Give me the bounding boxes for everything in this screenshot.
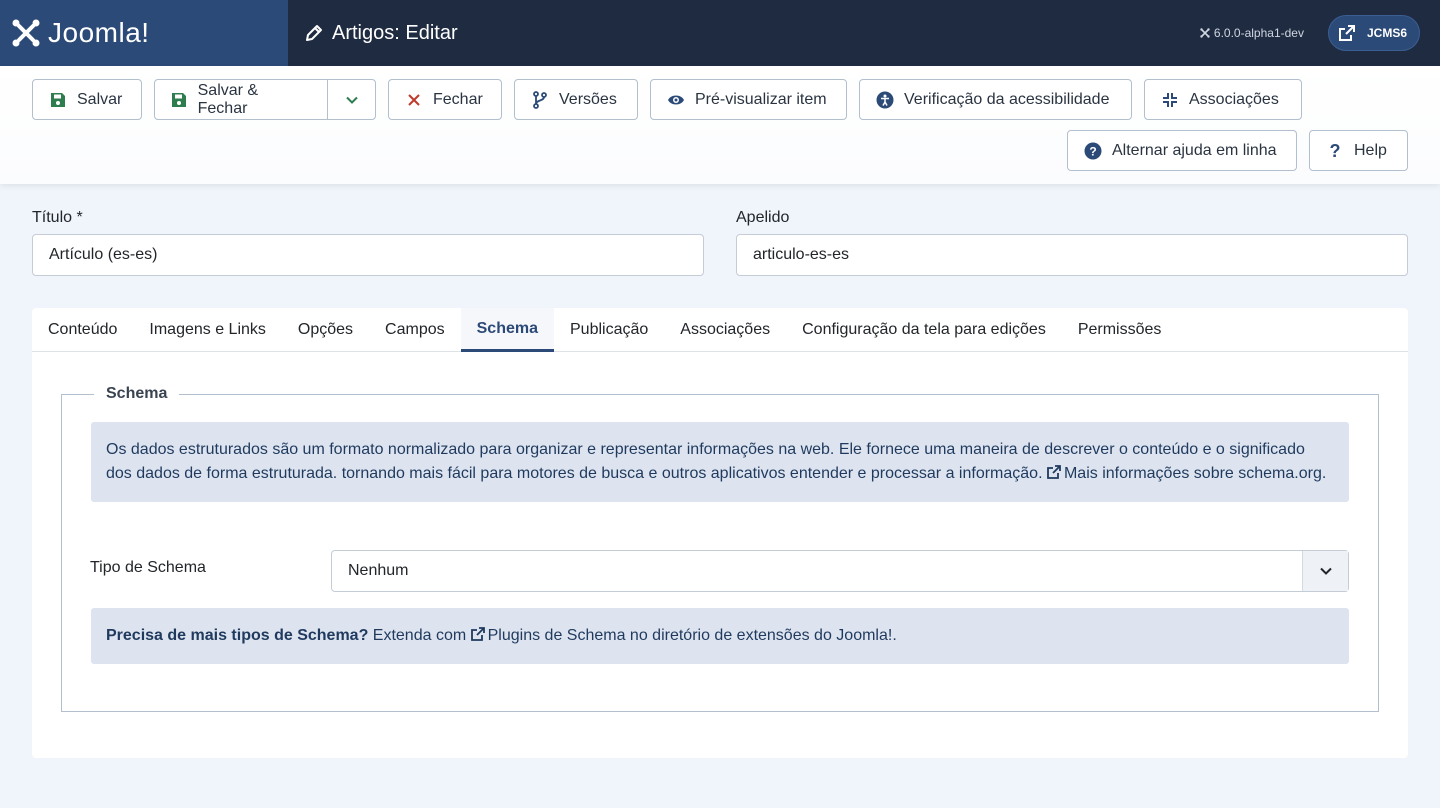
eye-icon: [667, 91, 685, 109]
tab-fields[interactable]: Campos: [369, 308, 461, 352]
save-close-group: Salvar & Fechar: [154, 79, 376, 120]
schema-more-text: Extenda com: [368, 627, 471, 644]
schema-more-bold: Precisa de mais tipos de Schema?: [106, 627, 369, 644]
versions-button[interactable]: Versões: [514, 79, 638, 120]
version-info: 6.0.0-alpha1-dev: [1200, 26, 1304, 40]
tab-images-links[interactable]: Imagens e Links: [133, 308, 282, 352]
svg-text:?: ?: [1330, 142, 1341, 160]
top-header: Joomla! Artigos: Editar 6.0.0-alpha1-dev…: [0, 0, 1440, 66]
pencil-icon: [306, 25, 322, 41]
save-close-label: Salvar & Fechar: [197, 81, 259, 117]
question-icon: ?: [1326, 142, 1344, 160]
save-button[interactable]: Salvar: [32, 79, 142, 120]
floppy-icon: [171, 91, 188, 109]
version-text: 6.0.0-alpha1-dev: [1213, 26, 1304, 40]
tab-options[interactable]: Opções: [282, 308, 369, 352]
preview-button[interactable]: Pré-visualizar item: [650, 79, 847, 120]
toggle-help-label: Alternar ajuda em linha: [1112, 141, 1277, 159]
external-link-icon: [470, 627, 485, 641]
help-label: Help: [1354, 141, 1387, 159]
question-circle-icon: ?: [1084, 142, 1102, 160]
chevron-down-icon: [1302, 551, 1348, 591]
page-title: Artigos: Editar: [332, 21, 458, 44]
svg-text:?: ?: [1089, 144, 1096, 158]
schema-type-select[interactable]: Nenhum: [331, 550, 1349, 592]
associations-button[interactable]: Associações: [1144, 79, 1302, 120]
help-button[interactable]: ? Help: [1309, 130, 1408, 171]
tab-publishing[interactable]: Publicação: [554, 308, 664, 352]
branch-icon: [531, 90, 549, 109]
compress-icon: [1161, 91, 1179, 109]
tab-editor-config[interactable]: Configuração da tela para edições: [786, 308, 1062, 352]
external-link-icon: [1047, 465, 1061, 479]
accessibility-label: Verificação da acessibilidade: [904, 90, 1110, 108]
brand-area[interactable]: Joomla!: [0, 0, 288, 66]
header-right: 6.0.0-alpha1-dev JCMS6: [1200, 15, 1420, 51]
joomla-small-icon: [1200, 28, 1210, 38]
schema-org-link-text: Mais informações sobre schema.org.: [1063, 465, 1327, 482]
accessibility-icon: [876, 91, 894, 109]
alias-label: Apelido: [736, 209, 790, 226]
chevron-down-icon: [346, 96, 358, 104]
save-label: Salvar: [77, 90, 123, 108]
page-title-group: Artigos: Editar: [304, 22, 458, 45]
save-options-dropdown[interactable]: [330, 80, 375, 119]
schema-more-alert: Precisa de mais tipos de Schema? Extenda…: [91, 608, 1349, 664]
close-button[interactable]: Fechar: [388, 79, 502, 120]
save-close-button[interactable]: Salvar & Fechar: [155, 80, 320, 119]
tab-content[interactable]: Conteúdo: [32, 308, 133, 352]
external-link-icon: [1338, 25, 1355, 41]
title-label: Título *: [32, 209, 83, 226]
site-link-button[interactable]: JCMS6: [1327, 15, 1420, 51]
versions-label: Versões: [559, 90, 617, 108]
brand-name: Joomla!: [48, 17, 150, 48]
schema-org-link[interactable]: Mais informações sobre schema.org.: [1047, 465, 1326, 482]
toolbar: Salvar Salvar & Fechar Fechar Versões Pr…: [0, 66, 1440, 184]
title-input[interactable]: Artículo (es-es): [32, 234, 704, 276]
schema-info-alert: Os dados estruturados são um formato nor…: [91, 422, 1349, 502]
tab-associations[interactable]: Associações: [664, 308, 786, 352]
joomla-icon: [12, 19, 40, 47]
toggle-help-button[interactable]: ? Alternar ajuda em linha: [1067, 130, 1297, 171]
tab-schema[interactable]: Schema: [460, 308, 554, 352]
joomla-logo: Joomla!: [10, 17, 150, 49]
schema-type-label: Tipo de Schema: [90, 559, 206, 576]
schema-type-value: Nenhum: [348, 562, 409, 579]
tab-bar: Conteúdo Imagens e Links Opções Campos S…: [32, 308, 1408, 352]
preview-label: Pré-visualizar item: [695, 90, 827, 108]
schema-plugins-link[interactable]: Plugins de Schema no diretório de extens…: [470, 627, 897, 644]
associations-label: Associações: [1189, 90, 1279, 108]
site-label: JCMS6: [1366, 26, 1407, 40]
floppy-icon: [49, 91, 67, 109]
close-icon: [405, 91, 423, 109]
close-label: Fechar: [433, 90, 483, 108]
tab-permissions[interactable]: Permissões: [1062, 308, 1178, 352]
schema-plugins-link-text: Plugins de Schema no diretório de extens…: [487, 627, 897, 644]
split-divider: [327, 80, 328, 119]
schema-fieldset: Schema Os dados estruturados são um form…: [61, 385, 1379, 712]
schema-legend: Schema: [94, 385, 180, 403]
accessibility-button[interactable]: Verificação da acessibilidade: [859, 79, 1132, 120]
editor-card: Conteúdo Imagens e Links Opções Campos S…: [32, 308, 1408, 758]
alias-input[interactable]: articulo-es-es: [736, 234, 1408, 276]
